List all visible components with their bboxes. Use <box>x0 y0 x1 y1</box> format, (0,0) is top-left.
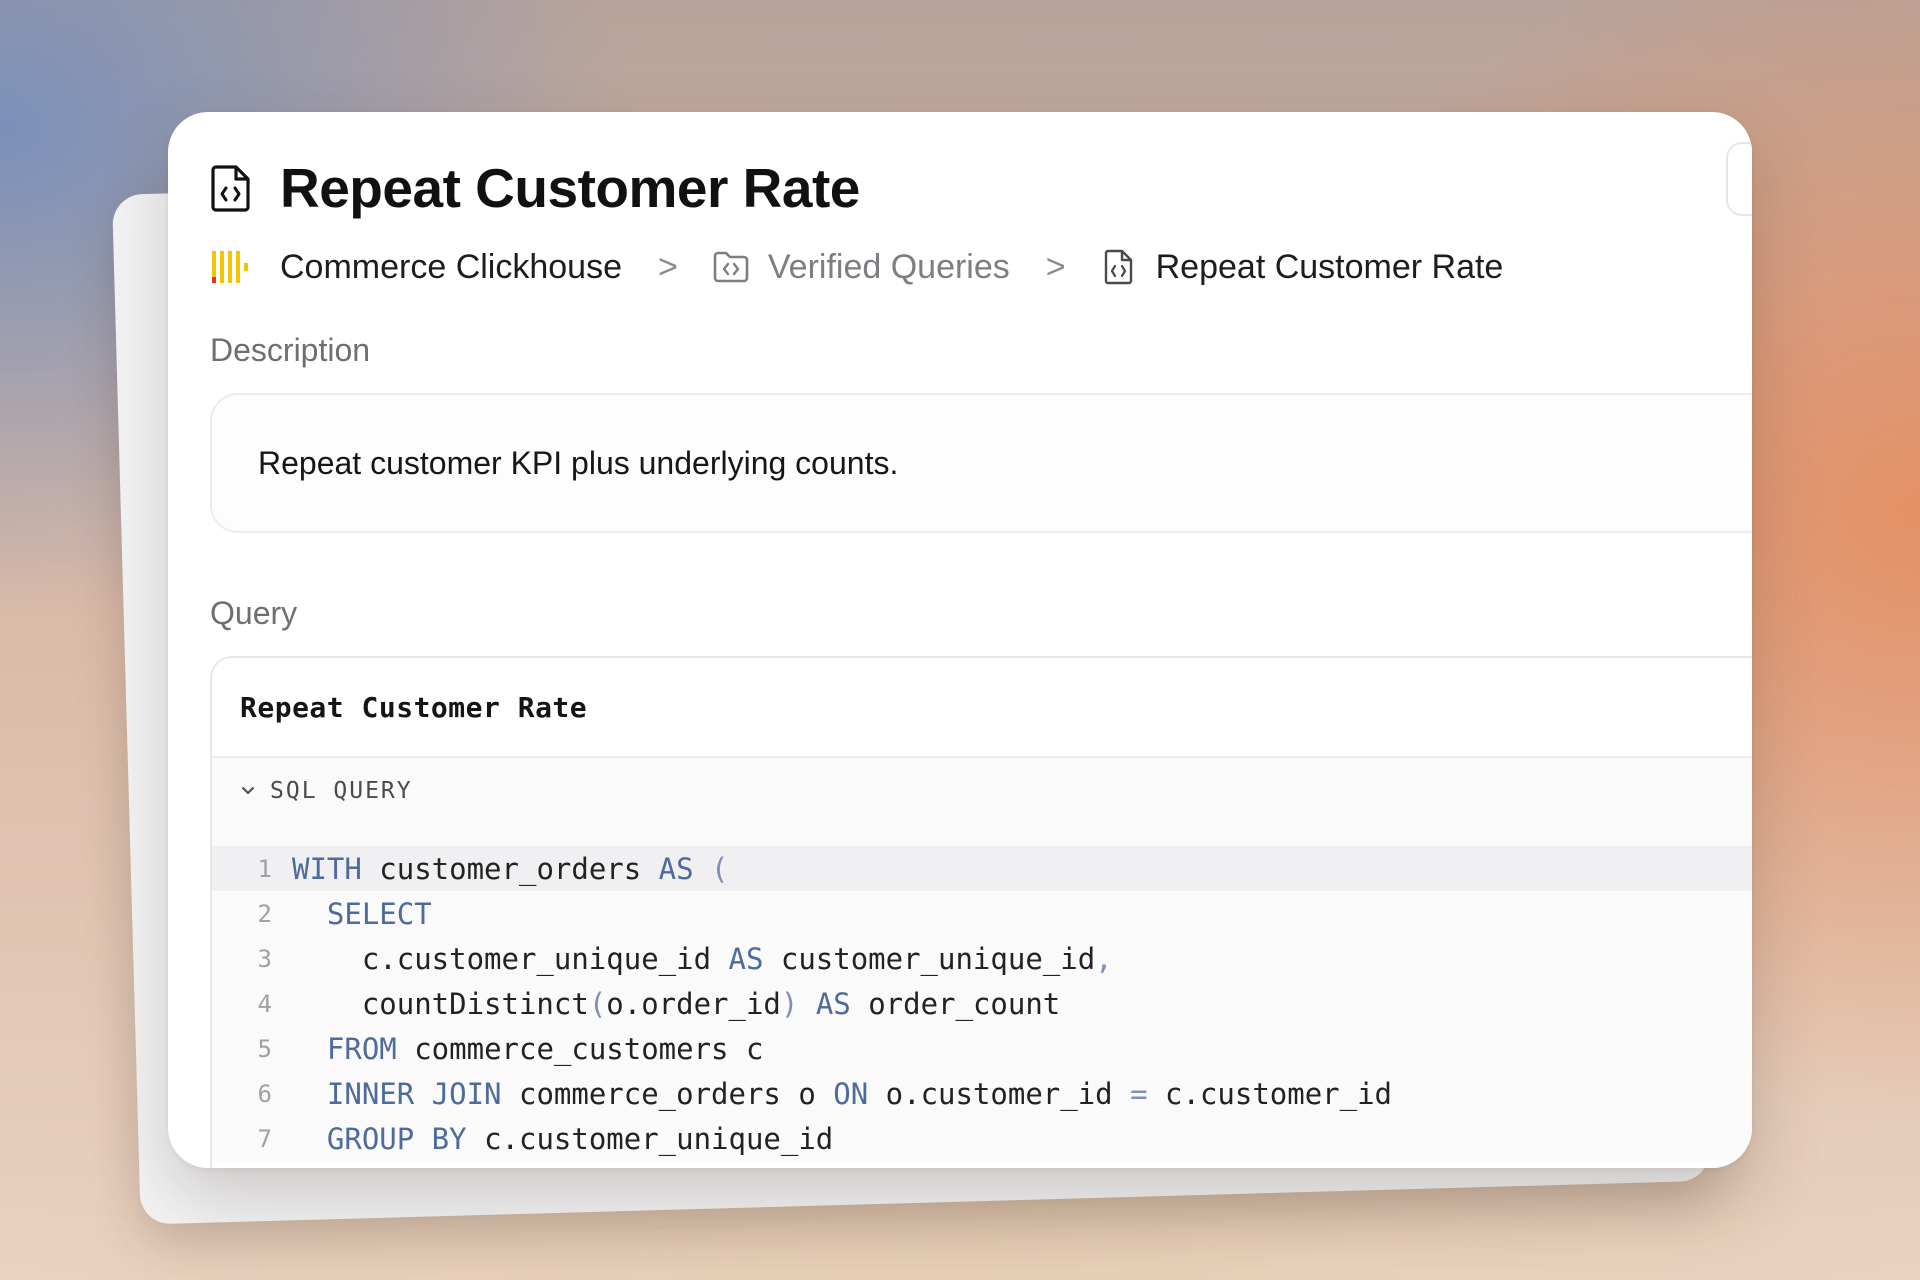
chevron-right-icon: > <box>658 247 678 286</box>
sql-token: c.customer_unique_id <box>466 1121 834 1156</box>
clickhouse-logo <box>212 251 248 283</box>
sql-token: countDistinct <box>292 986 589 1021</box>
breadcrumb-item-repeat-customer-rate[interactable]: Repeat Customer Rate <box>1100 247 1504 287</box>
code-line: 2 SELECT <box>212 891 1752 936</box>
sql-keyword: AS <box>728 941 764 976</box>
sql-operator: , <box>1095 941 1113 976</box>
sql-keyword: FROM <box>326 1031 397 1066</box>
sql-token: o.customer_id <box>868 1076 1131 1111</box>
line-number: 1 <box>257 854 272 883</box>
code-text: countDistinct(o.order_id) AS order_count <box>292 987 1060 1021</box>
query-name: Repeat Customer Rate <box>212 658 1752 758</box>
line-number: 4 <box>257 989 272 1018</box>
chevron-down-icon <box>242 787 254 794</box>
sql-keyword: GROUP BY <box>326 1121 467 1156</box>
breadcrumb: Commerce Clickhouse > Verified Queries >… <box>210 236 1503 298</box>
sql-query-toggle[interactable]: SQL QUERY <box>212 758 1752 824</box>
sql-token: customer_orders <box>361 851 659 886</box>
sql-operator: ( <box>693 851 729 886</box>
code-text: FROM commerce_customers c <box>292 1031 764 1066</box>
line-number: 6 <box>257 1079 272 1108</box>
sql-token: commerce_orders o <box>501 1076 834 1111</box>
sql-keyword: AS <box>815 986 851 1021</box>
folder-code-icon <box>713 251 749 283</box>
sql-keyword: WITH <box>292 851 362 886</box>
code-text: INNER JOIN commerce_orders o ON o.custom… <box>292 1077 1392 1111</box>
sql-keyword: ON <box>833 1076 869 1111</box>
file-code-icon <box>211 165 250 212</box>
sql-token: o.order_id <box>606 986 781 1021</box>
code-line: 5 FROM commerce_customers c <box>212 1026 1752 1071</box>
code-line: 1 WITH customer_orders AS ( <box>212 846 1752 891</box>
sql-query-toggle-label: SQL QUERY <box>270 778 413 804</box>
query-panel: Repeat Customer Rate SQL QUERY 1 WITH cus… <box>210 656 1752 1168</box>
code-text: WITH customer_orders AS ( <box>292 852 729 886</box>
sql-keyword: AS <box>658 851 694 886</box>
code-text: SELECT <box>292 897 432 931</box>
sql-token: order_count <box>850 986 1061 1021</box>
sql-keyword: INNER JOIN <box>326 1076 502 1111</box>
file-code-icon <box>1104 249 1132 285</box>
breadcrumb-item-verified-queries[interactable]: Verified Queries <box>712 248 1010 287</box>
sql-code-editor[interactable]: 1 WITH customer_orders AS (2 SELECT 3 c.cu… <box>212 824 1752 1161</box>
code-line: 4 countDistinct(o.order_id) AS order_cou… <box>212 981 1752 1026</box>
line-number: 7 <box>257 1124 272 1153</box>
corner-button[interactable] <box>1726 142 1752 216</box>
line-number: 3 <box>257 944 272 973</box>
sql-token: c.customer_unique_id <box>292 941 729 976</box>
code-line: 7 GROUP BY c.customer_unique_id <box>212 1116 1752 1161</box>
line-number: 2 <box>257 899 272 928</box>
sql-token: customer_unique_id <box>763 941 1096 976</box>
code-line: 6 INNER JOIN commerce_orders o ON o.cust… <box>212 1071 1752 1116</box>
page-header: Repeat Customer Rate <box>210 148 860 228</box>
chevron-right-icon: > <box>1045 247 1066 286</box>
breadcrumb-label: Verified Queries <box>767 247 1010 286</box>
sql-token: c.customer_id <box>1147 1076 1392 1111</box>
code-text: GROUP BY c.customer_unique_id <box>292 1122 833 1156</box>
description-label: Description <box>210 332 371 368</box>
sql-keyword: SELECT <box>326 896 432 931</box>
query-label: Query <box>210 595 298 631</box>
sql-operator: ) <box>780 986 799 1021</box>
breadcrumb-label: Repeat Customer Rate <box>1155 247 1504 286</box>
code-text: c.customer_unique_id AS customer_unique_… <box>292 942 1113 976</box>
description-box[interactable]: Repeat customer KPI plus underlying coun… <box>210 393 1752 533</box>
page-title: Repeat Customer Rate <box>280 157 860 219</box>
sql-operator: ( <box>588 986 607 1021</box>
sql-token: commerce_customers c <box>396 1031 764 1066</box>
description-text: Repeat customer KPI plus underlying coun… <box>258 445 899 481</box>
query-detail-card: Repeat Customer Rate Commerce Clickhouse… <box>168 112 1752 1168</box>
sql-operator: = <box>1130 1076 1148 1111</box>
breadcrumb-item-commerce-clickhouse[interactable]: Commerce Clickhouse <box>210 247 622 287</box>
line-number: 5 <box>257 1034 272 1063</box>
code-line: 3 c.customer_unique_id AS customer_uniqu… <box>212 936 1752 981</box>
breadcrumb-label: Commerce Clickhouse <box>280 247 622 286</box>
